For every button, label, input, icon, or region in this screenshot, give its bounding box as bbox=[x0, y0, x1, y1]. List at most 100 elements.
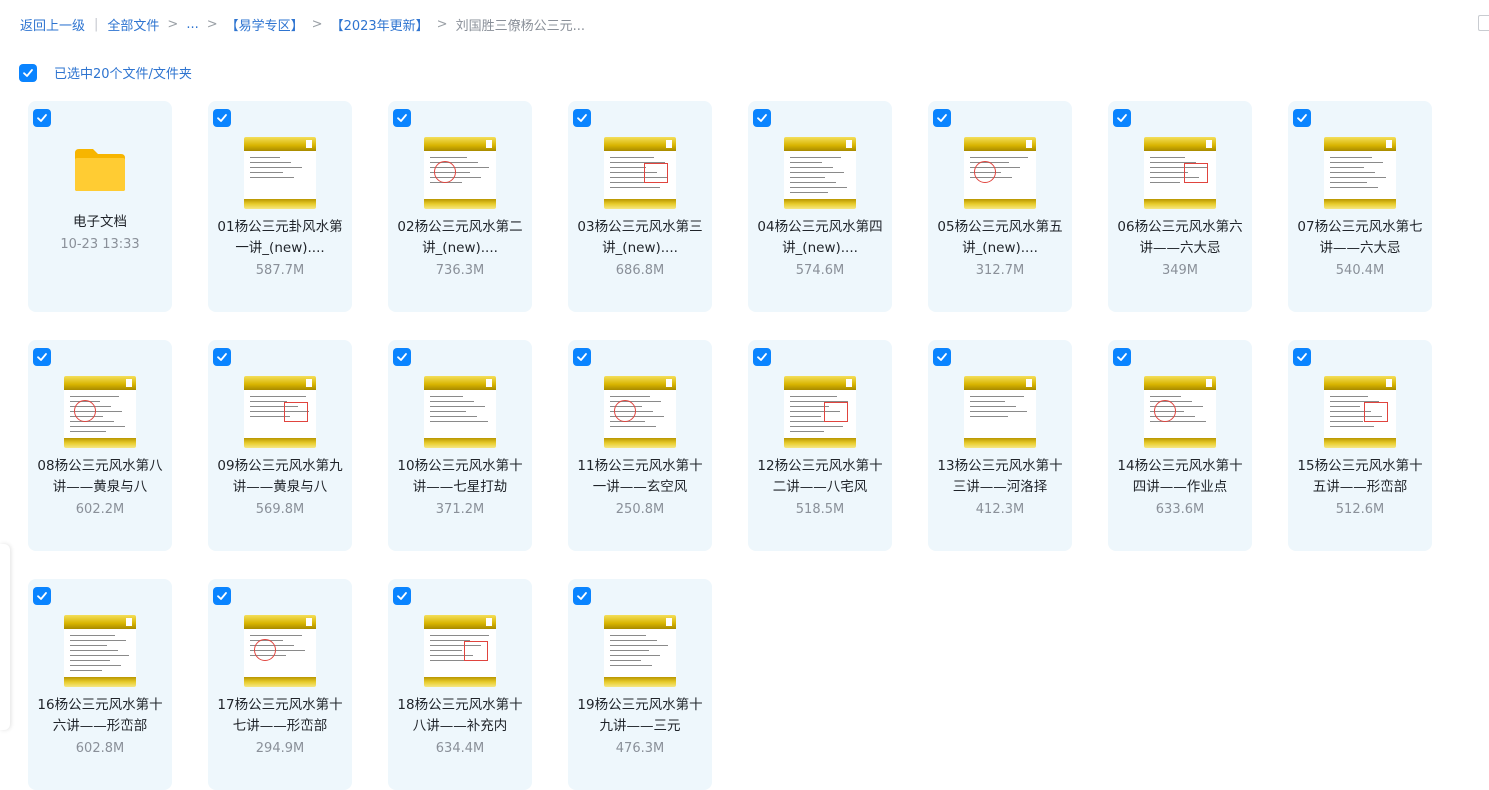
breadcrumb-ellipsis[interactable]: ... bbox=[186, 17, 198, 32]
file-card[interactable]: 03杨公三元风水第三讲_(new).... 686.8M bbox=[568, 101, 712, 312]
breadcrumb-folder-yixue[interactable]: 【易学专区】 bbox=[226, 15, 304, 34]
file-size: 634.4M bbox=[435, 741, 485, 756]
item-checkbox[interactable] bbox=[213, 348, 231, 366]
file-thumbnail bbox=[244, 615, 316, 687]
file-name: 07杨公三元风水第七讲——六大忌 bbox=[1297, 219, 1423, 256]
file-card[interactable]: 11杨公三元风水第十一讲——玄空风 250.8M bbox=[568, 340, 712, 551]
item-checkbox[interactable] bbox=[1113, 109, 1131, 127]
check-icon bbox=[37, 353, 47, 361]
check-icon bbox=[37, 592, 47, 600]
item-checkbox[interactable] bbox=[933, 109, 951, 127]
file-card[interactable]: 14杨公三元风水第十四讲——作业点 633.6M bbox=[1108, 340, 1252, 551]
file-thumbnail bbox=[244, 376, 316, 448]
check-icon bbox=[1297, 114, 1307, 122]
file-thumbnail bbox=[424, 615, 496, 687]
file-card[interactable]: 09杨公三元风水第九讲——黄泉与八 569.8M bbox=[208, 340, 352, 551]
item-checkbox[interactable] bbox=[33, 348, 51, 366]
file-card[interactable]: 17杨公三元风水第十七讲——形峦部 294.9M bbox=[208, 579, 352, 790]
file-size: 569.8M bbox=[255, 502, 305, 517]
file-card[interactable]: 16杨公三元风水第十六讲——形峦部 602.8M bbox=[28, 579, 172, 790]
folder-icon bbox=[75, 149, 125, 191]
file-card[interactable]: 10杨公三元风水第十讲——七星打劫 371.2M bbox=[388, 340, 532, 551]
file-size: 412.3M bbox=[975, 502, 1025, 517]
item-checkbox[interactable] bbox=[33, 587, 51, 605]
file-card[interactable]: 12杨公三元风水第十二讲——八宅风 518.5M bbox=[748, 340, 892, 551]
file-size: 602.8M bbox=[75, 741, 125, 756]
file-thumbnail bbox=[424, 137, 496, 209]
check-icon bbox=[757, 353, 767, 361]
check-icon bbox=[757, 114, 767, 122]
item-checkbox[interactable] bbox=[573, 109, 591, 127]
file-card[interactable]: 06杨公三元风水第六讲——六大忌 349M bbox=[1108, 101, 1252, 312]
file-thumbnail bbox=[1144, 137, 1216, 209]
item-checkbox[interactable] bbox=[1293, 348, 1311, 366]
file-card[interactable]: 07杨公三元风水第七讲——六大忌 540.4M bbox=[1288, 101, 1432, 312]
item-checkbox[interactable] bbox=[573, 348, 591, 366]
item-checkbox[interactable] bbox=[1113, 348, 1131, 366]
check-icon bbox=[1117, 353, 1127, 361]
file-name: 13杨公三元风水第十三讲——河洛择 bbox=[937, 458, 1063, 495]
item-checkbox[interactable] bbox=[393, 587, 411, 605]
item-checkbox[interactable] bbox=[213, 109, 231, 127]
item-checkbox[interactable] bbox=[753, 109, 771, 127]
item-checkbox[interactable] bbox=[753, 348, 771, 366]
file-card[interactable]: 15杨公三元风水第十五讲——形峦部 512.6M bbox=[1288, 340, 1432, 551]
panel-toggle-icon[interactable] bbox=[1478, 15, 1489, 31]
breadcrumb-folder-2023[interactable]: 【2023年更新】 bbox=[331, 15, 429, 34]
file-size: 349M bbox=[1161, 263, 1199, 278]
file-name: 02杨公三元风水第二讲_(new).... bbox=[397, 219, 523, 256]
file-size: 512.6M bbox=[1335, 502, 1385, 517]
file-size: 540.4M bbox=[1335, 263, 1385, 278]
file-size: 633.6M bbox=[1155, 502, 1205, 517]
file-name: 14杨公三元风水第十四讲——作业点 bbox=[1117, 458, 1243, 495]
file-thumbnail bbox=[1324, 137, 1396, 209]
file-card[interactable]: 18杨公三元风水第十八讲——补充内 634.4M bbox=[388, 579, 532, 790]
file-name: 08杨公三元风水第八讲——黄泉与八 bbox=[37, 458, 163, 495]
side-panel-handle[interactable] bbox=[0, 544, 10, 730]
file-size: 686.8M bbox=[615, 263, 665, 278]
select-all-checkbox[interactable] bbox=[19, 63, 37, 82]
check-icon bbox=[217, 592, 227, 600]
file-name: 17杨公三元风水第十七讲——形峦部 bbox=[217, 697, 343, 734]
file-thumbnail bbox=[1144, 376, 1216, 448]
file-name: 18杨公三元风水第十八讲——补充内 bbox=[397, 697, 523, 734]
file-card[interactable]: 04杨公三元风水第四讲_(new).... 574.6M bbox=[748, 101, 892, 312]
check-icon bbox=[23, 68, 33, 77]
file-thumbnail bbox=[964, 376, 1036, 448]
file-card[interactable]: 02杨公三元风水第二讲_(new).... 736.3M bbox=[388, 101, 532, 312]
check-icon bbox=[37, 114, 47, 122]
item-checkbox[interactable] bbox=[573, 587, 591, 605]
check-icon bbox=[577, 592, 587, 600]
item-checkbox[interactable] bbox=[213, 587, 231, 605]
breadcrumb-arrow-icon: > bbox=[311, 16, 323, 32]
item-checkbox[interactable] bbox=[933, 348, 951, 366]
back-link[interactable]: 返回上一级 bbox=[20, 15, 85, 34]
file-name: 06杨公三元风水第六讲——六大忌 bbox=[1117, 219, 1243, 256]
breadcrumb-arrow-icon: > bbox=[436, 16, 448, 32]
file-name: 12杨公三元风水第十二讲——八宅风 bbox=[757, 458, 883, 495]
file-card[interactable]: 01杨公三元卦风水第一讲_(new).... 587.7M bbox=[208, 101, 352, 312]
file-thumbnail bbox=[244, 137, 316, 209]
item-checkbox[interactable] bbox=[33, 109, 51, 127]
file-size: 602.2M bbox=[75, 502, 125, 517]
breadcrumb-arrow-icon: > bbox=[167, 16, 179, 32]
item-checkbox[interactable] bbox=[393, 348, 411, 366]
check-icon bbox=[397, 353, 407, 361]
file-size: 574.6M bbox=[795, 263, 845, 278]
folder-card[interactable]: 电子文档 10-23 13:33 bbox=[28, 101, 172, 312]
file-card[interactable]: 19杨公三元风水第十九讲——三元 476.3M bbox=[568, 579, 712, 790]
file-thumbnail bbox=[604, 615, 676, 687]
file-card[interactable]: 05杨公三元风水第五讲_(new).... 312.7M bbox=[928, 101, 1072, 312]
check-icon bbox=[1117, 114, 1127, 122]
file-name: 19杨公三元风水第十九讲——三元 bbox=[577, 697, 703, 734]
file-card[interactable]: 08杨公三元风水第八讲——黄泉与八 602.2M bbox=[28, 340, 172, 551]
file-name: 10杨公三元风水第十讲——七星打劫 bbox=[397, 458, 523, 495]
item-checkbox[interactable] bbox=[1293, 109, 1311, 127]
folder-name: 电子文档 bbox=[73, 214, 127, 230]
breadcrumb-all-files[interactable]: 全部文件 bbox=[107, 15, 159, 34]
check-icon bbox=[937, 353, 947, 361]
file-thumbnail bbox=[784, 376, 856, 448]
file-thumbnail bbox=[1324, 376, 1396, 448]
item-checkbox[interactable] bbox=[393, 109, 411, 127]
file-card[interactable]: 13杨公三元风水第十三讲——河洛择 412.3M bbox=[928, 340, 1072, 551]
